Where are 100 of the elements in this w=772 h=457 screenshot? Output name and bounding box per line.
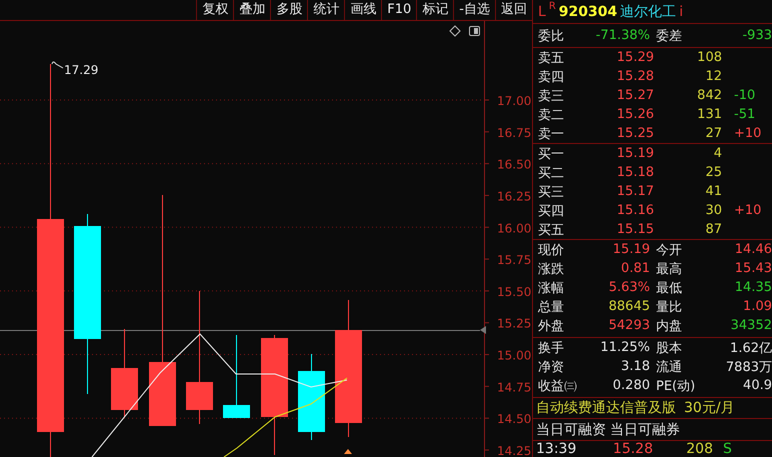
field-value: 15.43: [734, 261, 772, 276]
volume-change: +10: [733, 203, 762, 218]
field-value: 40.9: [742, 378, 772, 393]
leader-line: [52, 62, 64, 68]
field-label: 委比: [538, 28, 565, 44]
volume-change: +10: [733, 126, 762, 141]
toolbar-button[interactable]: 返回: [495, 0, 532, 20]
field-label: 最低: [655, 280, 683, 296]
field-label: 委差: [655, 28, 683, 44]
field-label: 流通: [655, 358, 683, 376]
order-price: 15.19: [616, 146, 654, 161]
order-volume: 27: [704, 126, 722, 141]
field-label: 涨幅: [538, 280, 565, 296]
order-volume: 131: [696, 107, 722, 122]
superscript-label: R: [548, 1, 556, 12]
stock-name: 迪尔化工: [620, 2, 676, 20]
axis-label: 14.50: [497, 412, 532, 426]
promo-link[interactable]: 自动续费通达信普及版: [536, 399, 676, 417]
diamond-icon: [449, 25, 461, 37]
field-label: 换手: [538, 340, 565, 356]
order-price: 15.25: [616, 126, 654, 141]
order-price: 15.18: [616, 165, 654, 180]
axis-label: 16.25: [497, 189, 532, 204]
axis-label: 14.25: [497, 444, 532, 457]
promo-price[interactable]: 30元/月: [684, 399, 735, 417]
toolbar-button[interactable]: 叠加: [233, 0, 270, 20]
toolbar-button[interactable]: 复权: [196, 0, 234, 20]
field-value: 7883万: [724, 358, 772, 376]
order-volume: 842: [696, 88, 722, 103]
order-price: 15.15: [616, 222, 654, 237]
field-value: 0.280: [612, 378, 650, 393]
field-value: 88645: [608, 299, 650, 314]
order-label: 买一: [538, 146, 565, 162]
order-label: 买三: [538, 184, 565, 200]
field-value: 5.63%: [608, 280, 650, 295]
volume-change: -51: [733, 107, 756, 122]
stock-code: 920304: [558, 4, 618, 20]
field-label: 股本: [655, 340, 683, 356]
field-label: 涨跌: [538, 260, 565, 278]
order-label: 卖二: [538, 106, 565, 124]
field-value: 15.19: [612, 242, 650, 257]
toolbar-button[interactable]: 统计: [307, 0, 344, 20]
axis-label: 16.75: [497, 126, 532, 140]
axis-label: 17.00: [497, 94, 532, 108]
field-value: 1.09: [742, 299, 772, 314]
field-label: 内盘: [655, 318, 683, 334]
toolbar-button[interactable]: 标记: [416, 0, 454, 20]
volume-change: -10: [733, 88, 756, 103]
order-label: 卖五: [538, 50, 565, 66]
order-label: 卖一: [538, 126, 565, 142]
axis-label: 16.00: [497, 221, 532, 236]
marker-icon: [344, 449, 352, 454]
order-price: 15.29: [616, 50, 654, 65]
field-label: 收益㈢: [538, 378, 574, 394]
field-value: -71.38%: [594, 28, 650, 43]
field-value: 14.35: [734, 280, 772, 295]
order-volume: 41: [704, 184, 722, 199]
order-volume: 108: [696, 50, 722, 65]
order-label: 卖四: [538, 68, 565, 86]
order-volume: 4: [712, 146, 722, 161]
field-value: 0.81: [620, 261, 650, 276]
info-link[interactable]: i: [679, 4, 684, 20]
order-price: 15.26: [616, 107, 654, 122]
toolbar-button[interactable]: 画线: [344, 0, 382, 20]
field-label: 今开: [655, 242, 683, 258]
axis-label: 16.50: [497, 158, 532, 172]
field-value: -933: [741, 28, 772, 43]
field-value: 11.25%: [599, 340, 650, 355]
order-label: 买二: [538, 164, 565, 182]
order-price: 15.27: [616, 88, 654, 103]
field-value: 1.62亿: [729, 340, 772, 356]
toolbar-button[interactable]: -自选: [453, 0, 495, 20]
order-label: 买四: [538, 202, 565, 220]
field-label: 外盘: [538, 318, 565, 334]
field-value: 34352: [730, 318, 772, 333]
order-price: 15.17: [616, 184, 654, 199]
axis-label: 15.00: [497, 348, 532, 363]
margin-link[interactable]: 当日可融券: [610, 420, 680, 438]
field-value: 54293: [608, 318, 650, 333]
trade-side: S: [722, 441, 733, 457]
margin-link[interactable]: 当日可融资: [536, 420, 606, 438]
order-volume: 87: [704, 222, 722, 237]
toolbar-button[interactable]: 多股: [270, 0, 308, 20]
axis-label: 15.25: [497, 316, 532, 331]
order-label: 买五: [538, 222, 565, 238]
order-volume: 25: [704, 165, 722, 180]
market-tag: L: [538, 4, 546, 20]
axis-label: 15.75: [497, 253, 532, 268]
axis-label: 15.50: [497, 284, 532, 299]
field-label: 最高: [655, 260, 683, 278]
field-label: 现价: [538, 242, 565, 258]
field-label: 量比: [655, 298, 683, 316]
order-volume: 12: [704, 69, 722, 84]
field-value: 3.18: [620, 359, 650, 374]
panel-toggle-icon: [469, 26, 480, 36]
axis-label: 14.75: [497, 380, 532, 394]
field-label: 总量: [538, 298, 565, 316]
toolbar-button[interactable]: F10: [381, 0, 416, 20]
trade-volume: 208: [685, 441, 713, 457]
order-label: 卖三: [538, 88, 565, 104]
